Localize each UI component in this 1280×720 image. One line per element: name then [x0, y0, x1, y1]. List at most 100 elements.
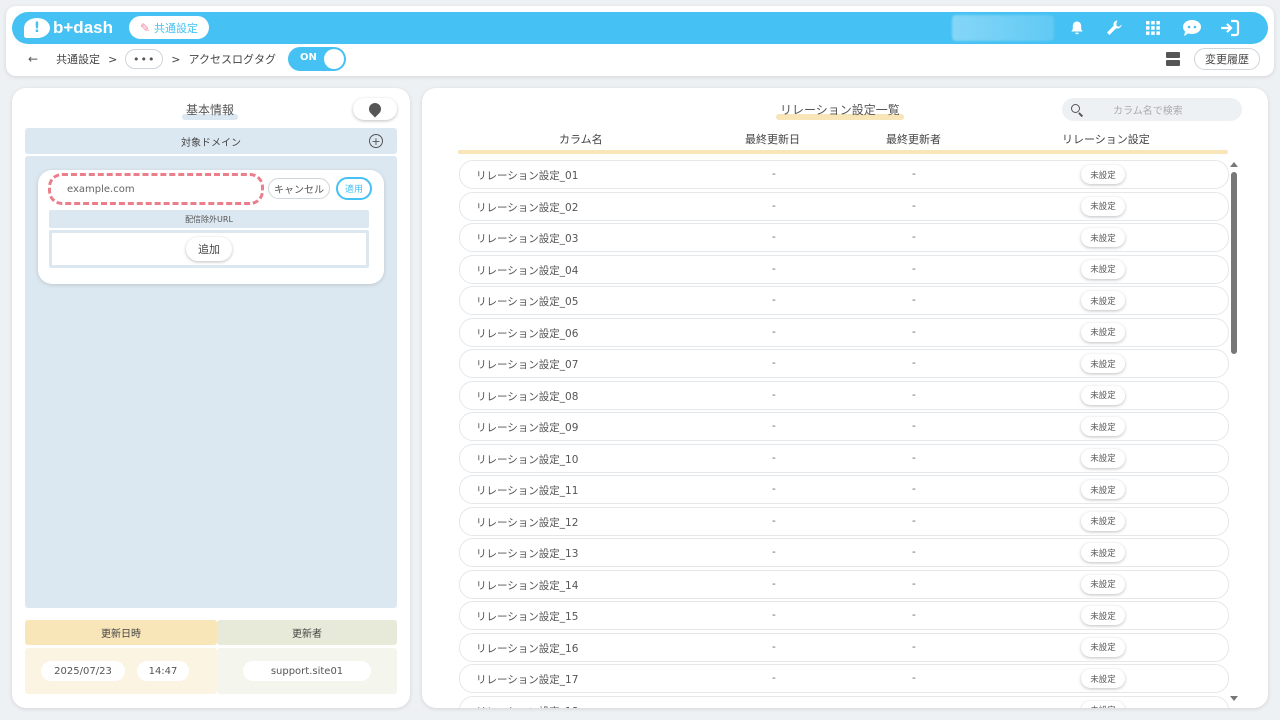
logout-icon[interactable] [1220, 18, 1240, 38]
relation-status-button[interactable]: 未設定 [1081, 417, 1125, 436]
column-header-name[interactable]: カラム名 [559, 131, 603, 147]
tag-on-toggle[interactable]: ON [287, 47, 346, 71]
table-row[interactable]: リレーション設定_14 - - 未設定 [459, 569, 1229, 599]
updated-at-header: 更新日時 [25, 620, 217, 645]
table-row[interactable]: リレーション設定_12 - - 未設定 [459, 506, 1229, 536]
table-row[interactable]: リレーション設定_13 - - 未設定 [459, 538, 1229, 567]
row-updater: - [912, 704, 916, 709]
table-row[interactable]: リレーション設定_17 - - 未設定 [459, 664, 1229, 693]
row-column-name: リレーション設定_15 [476, 611, 579, 623]
breadcrumb: ← 共通設定 > ••• > アクセスログタグ ON [28, 47, 346, 71]
relation-status-button[interactable]: 未設定 [1081, 165, 1125, 184]
table-row[interactable]: リレーション設定_07 - - 未設定 [459, 349, 1229, 378]
scroll-down-arrow[interactable] [1230, 696, 1238, 701]
column-header-updater[interactable]: 最終更新者 [886, 131, 941, 147]
row-column-name: リレーション設定_04 [476, 264, 579, 277]
row-updater: - [912, 420, 916, 432]
row-updated-date: - [772, 577, 776, 590]
row-updated-date: - [772, 640, 776, 653]
row-updated-date: - [772, 325, 776, 338]
relation-status-button[interactable]: 未設定 [1081, 543, 1125, 562]
table-row[interactable]: リレーション設定_08 - - 未設定 [459, 380, 1229, 410]
toggle-label: ON [299, 52, 317, 63]
common-settings-button[interactable]: ✎ 共通設定 [129, 16, 209, 39]
row-updater: - [912, 294, 916, 306]
relation-status-button[interactable]: 未設定 [1081, 574, 1125, 594]
table-row[interactable]: リレーション設定_01 - - 未設定 [459, 160, 1229, 189]
relation-status-button[interactable]: 未設定 [1081, 196, 1125, 216]
column-header-relation[interactable]: リレーション設定 [1062, 131, 1150, 147]
logo[interactable]: ! b+dash [24, 16, 113, 40]
user-info-blurred[interactable] [952, 15, 1054, 41]
column-search-input[interactable]: カラム名で検索 [1062, 98, 1242, 121]
row-column-name: リレーション設定_09 [476, 422, 579, 434]
updated-by-header: 更新者 [217, 620, 397, 645]
grid-icon[interactable] [1143, 18, 1163, 38]
apply-button[interactable]: 適用 [336, 177, 372, 200]
table-row[interactable]: リレーション設定_11 - - 未設定 [459, 475, 1229, 504]
row-column-name: リレーション設定_01 [476, 170, 579, 182]
add-domain-icon[interactable]: + [369, 134, 383, 148]
table-row[interactable]: リレーション設定_10 - - 未設定 [459, 443, 1229, 473]
row-column-name: リレーション設定_08 [476, 390, 579, 403]
relation-status-button[interactable]: 未設定 [1081, 637, 1125, 657]
scroll-up-arrow[interactable] [1230, 162, 1238, 167]
domain-input[interactable]: example.com [48, 173, 264, 205]
relation-status-button[interactable]: 未設定 [1081, 385, 1125, 405]
relation-settings-panel: リレーション設定一覧 カラム名で検索 カラム名 最終更新日 最終更新者 リレーシ… [422, 88, 1268, 708]
breadcrumb-root[interactable]: 共通設定 [56, 51, 100, 67]
row-updated-date: - [772, 451, 776, 464]
row-updated-date: - [772, 388, 776, 401]
row-column-name: リレーション設定_06 [476, 327, 579, 340]
row-updater: - [912, 672, 916, 684]
relation-status-button[interactable]: 未設定 [1081, 354, 1125, 373]
row-updated-date: - [772, 483, 776, 495]
change-history-button[interactable]: 変更履歴 [1194, 48, 1260, 70]
table-row[interactable]: リレーション設定_15 - - 未設定 [459, 601, 1229, 630]
relation-status-button[interactable]: 未設定 [1081, 511, 1125, 531]
relation-status-button[interactable]: 未設定 [1081, 480, 1125, 499]
table-row[interactable]: リレーション設定_09 - - 未設定 [459, 412, 1229, 441]
relation-list: リレーション設定_01- - 未設定 リレーション設定_02- - 未設定 リレーション設定… [459, 160, 1229, 708]
server-icon[interactable] [1166, 52, 1180, 66]
row-updater: - [912, 168, 916, 180]
breadcrumb-more-button[interactable]: ••• [125, 49, 164, 69]
domain-area: example.com キャンセル 適用 配信除外URL 追加 [25, 156, 397, 608]
table-row[interactable]: リレーション設定_16 - - 未設定 [459, 632, 1229, 662]
add-button[interactable]: 追加 [186, 237, 232, 261]
relation-status-button[interactable]: 未設定 [1081, 669, 1125, 688]
table-row[interactable]: リレーション設定_04 - - 未設定 [459, 254, 1229, 284]
common-settings-label: 共通設定 [154, 21, 199, 35]
relation-status-button[interactable]: 未設定 [1081, 448, 1125, 468]
exclude-url-header: 配信除外URL [49, 210, 369, 228]
table-row[interactable]: リレーション設定_06 - - 未設定 [459, 317, 1229, 347]
table-row[interactable]: リレーション設定_03 - - 未設定 [459, 223, 1229, 252]
scrollbar-thumb[interactable] [1231, 172, 1237, 354]
relation-status-button[interactable]: 未設定 [1081, 322, 1125, 342]
row-column-name: リレーション設定_10 [476, 453, 579, 466]
row-updated-date: - [772, 514, 776, 527]
cancel-button[interactable]: キャンセル [268, 178, 330, 199]
relation-status-button[interactable]: 未設定 [1081, 606, 1125, 625]
column-header-updated[interactable]: 最終更新日 [745, 131, 800, 147]
back-arrow-icon[interactable]: ← [28, 52, 38, 66]
row-column-name: リレーション設定_12 [476, 516, 579, 529]
row-updater: - [912, 231, 916, 243]
row-updater: - [912, 640, 916, 653]
table-row[interactable]: リレーション設定_18 - - 未設定 [459, 695, 1229, 709]
table-row[interactable]: リレーション設定_02 - - 未設定 [459, 191, 1229, 221]
chat-icon[interactable] [1182, 18, 1202, 38]
wrench-icon[interactable] [1104, 18, 1124, 38]
pin-icon [366, 100, 384, 118]
row-updater: - [912, 199, 916, 212]
relation-status-button[interactable]: 未設定 [1081, 259, 1125, 279]
row-updated-date: - [772, 357, 776, 369]
bell-icon[interactable] [1067, 18, 1087, 38]
relation-status-button[interactable]: 未設定 [1081, 291, 1125, 310]
logo-mark: ! [24, 18, 50, 38]
relation-status-button[interactable]: 未設定 [1081, 700, 1125, 708]
relation-status-button[interactable]: 未設定 [1081, 228, 1125, 247]
table-row[interactable]: リレーション設定_05 - - 未設定 [459, 286, 1229, 315]
row-column-name: リレーション設定_13 [476, 548, 579, 560]
pin-button[interactable] [353, 98, 397, 120]
